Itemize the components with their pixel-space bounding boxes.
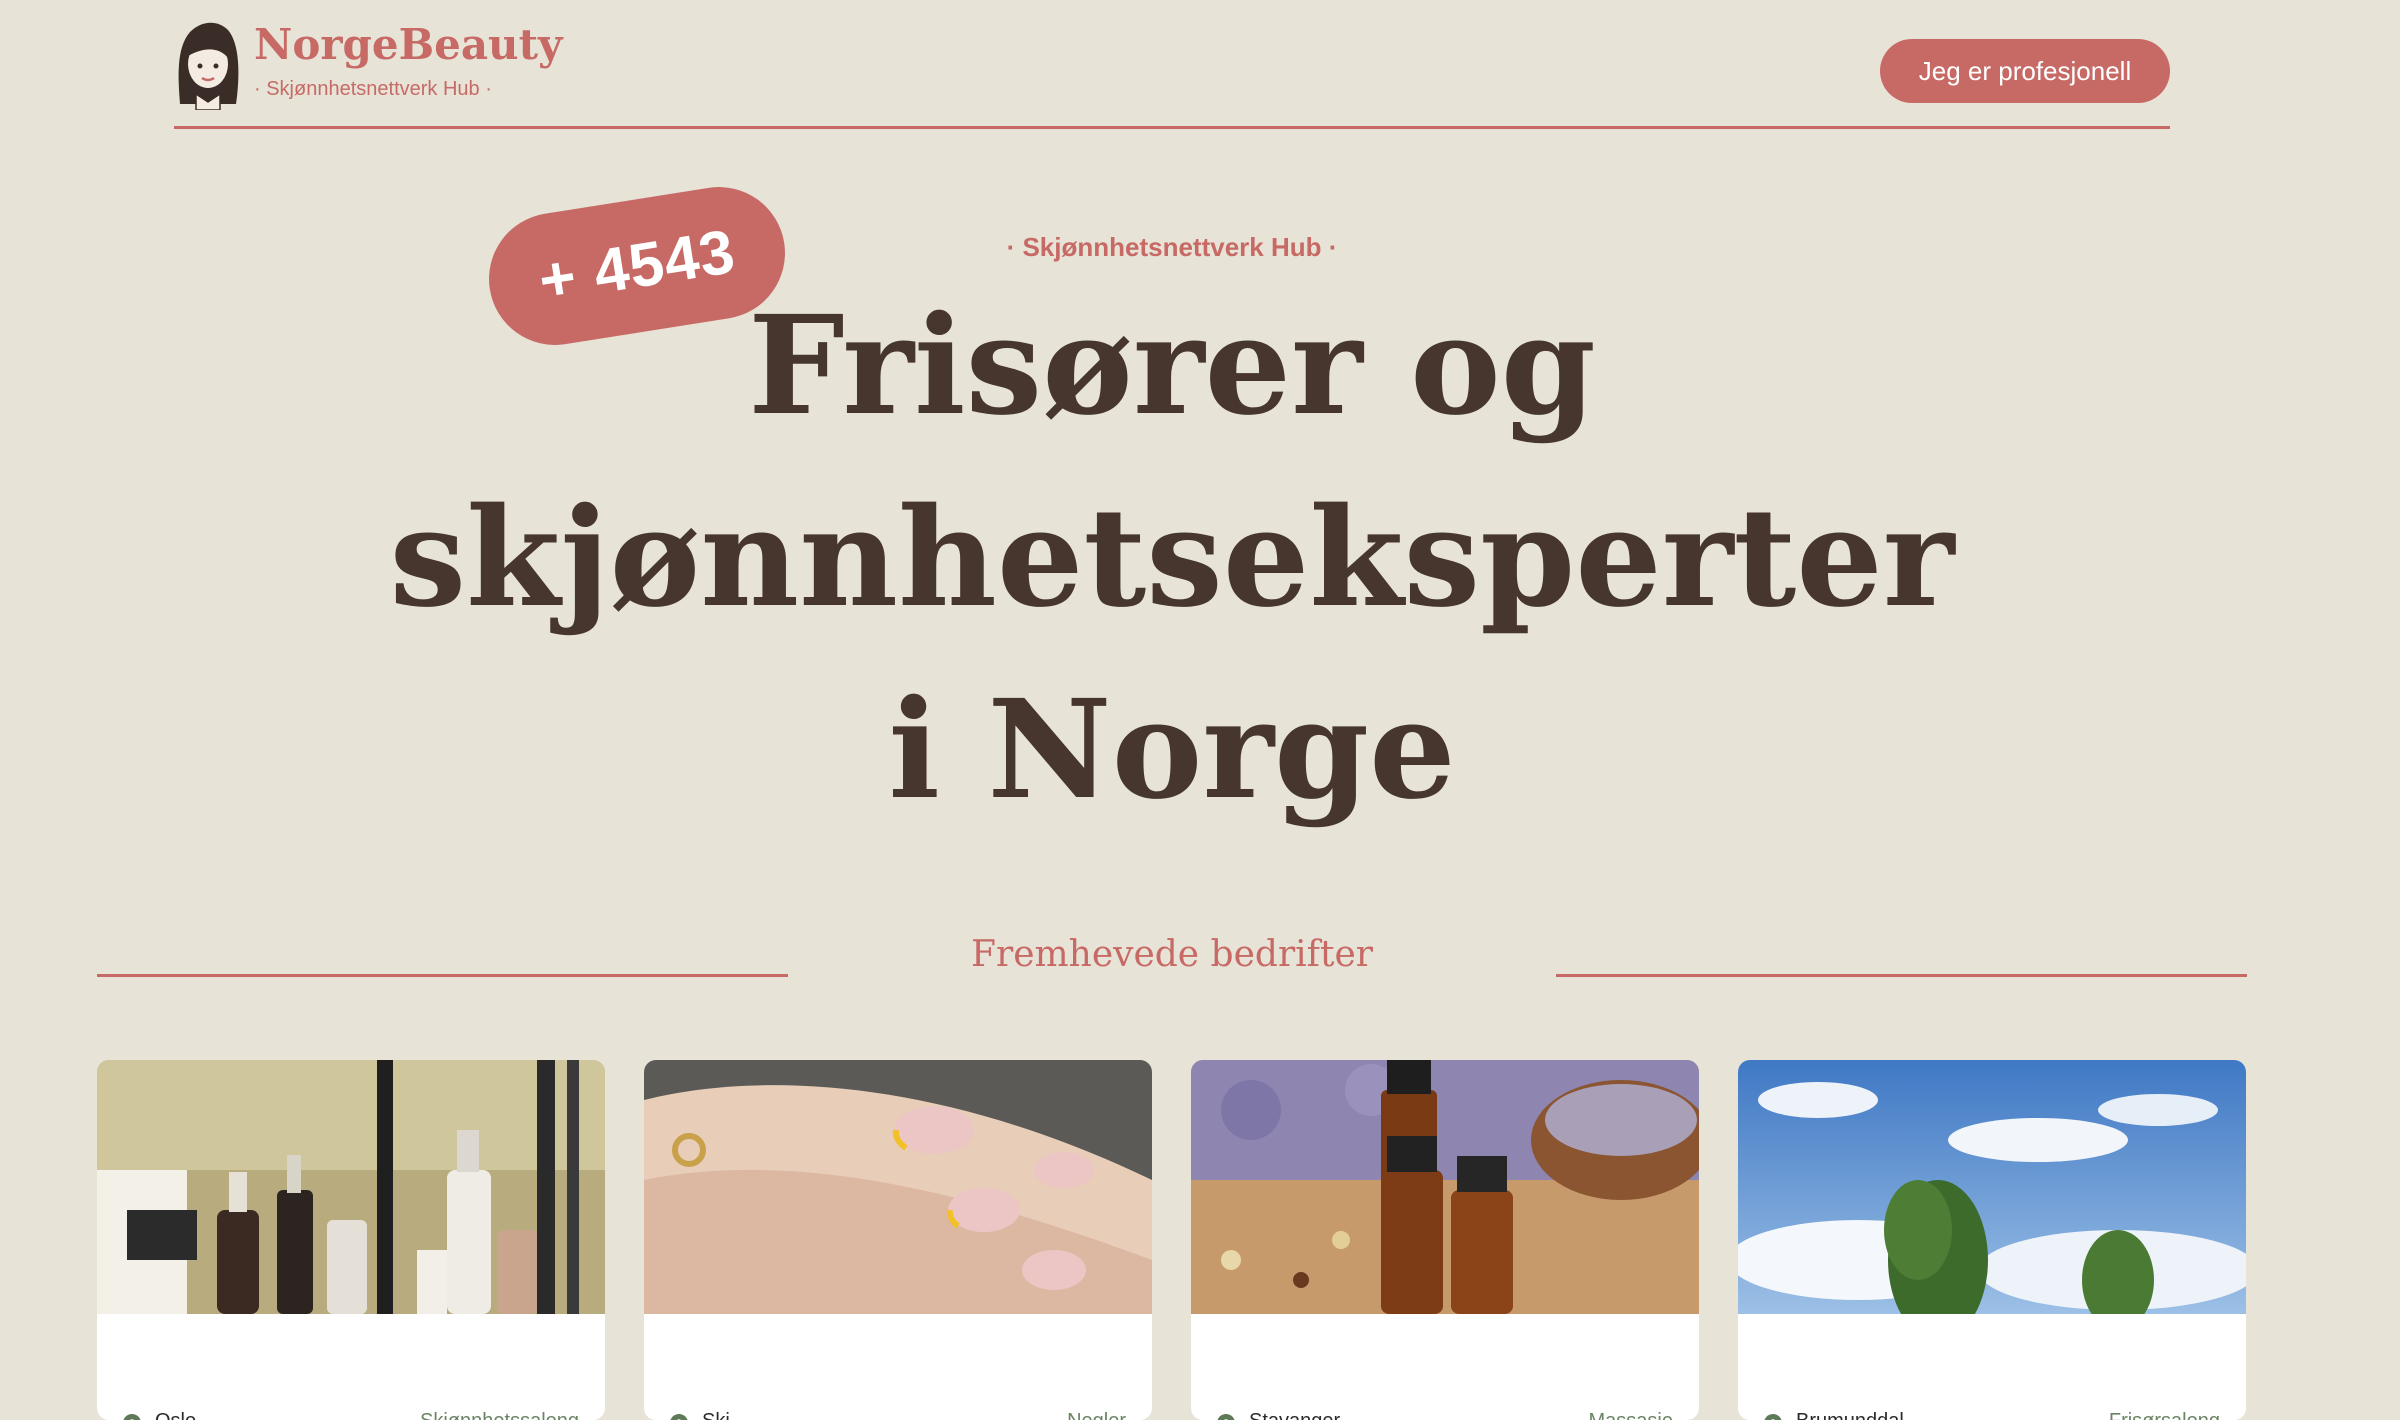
card-image-essential-oils [1191, 1060, 1699, 1314]
business-card[interactable]: Stavanger Massasje [1191, 1060, 1699, 1420]
card-footer: Ski Negler [644, 1314, 1152, 1420]
location-pin-icon [123, 1414, 141, 1420]
card-image-beauty-products [97, 1060, 605, 1314]
business-card[interactable]: Oslo Skjønnhetssalong [97, 1060, 605, 1420]
professional-button[interactable]: Jeg er profesjonell [1880, 39, 2170, 103]
card-city: Ski [702, 1410, 730, 1420]
hero-title-line: i Norge [888, 670, 1456, 830]
card-category: Skjønnhetssalong [420, 1410, 579, 1420]
card-footer: Oslo Skjønnhetssalong [97, 1314, 605, 1420]
business-card[interactable]: Brumunddal Frisørsalong [1738, 1060, 2246, 1420]
hero-title-line: Frisører og [748, 286, 1596, 446]
site-header: NorgeBeauty · Skjønnhetsnettverk Hub · J… [174, 18, 2170, 129]
card-footer: Stavanger Massasje [1191, 1314, 1699, 1420]
card-category: Negler [1067, 1410, 1126, 1420]
hero-title-line: skjønnhetseksperter [389, 478, 1955, 638]
card-city: Stavanger [1249, 1410, 1340, 1420]
card-city: Oslo [155, 1410, 196, 1420]
card-image-sky-trees [1738, 1060, 2246, 1314]
card-city: Brumunddal [1796, 1410, 1904, 1420]
location-pin-icon [1217, 1414, 1235, 1420]
card-image-nails [644, 1060, 1152, 1314]
brand-name[interactable]: NorgeBeauty [254, 20, 562, 69]
card-footer: Brumunddal Frisørsalong [1738, 1314, 2246, 1420]
hero-kicker: · Skjønnhetsnettverk Hub · [1006, 232, 1338, 262]
location-pin-icon [1764, 1414, 1782, 1420]
card-category: Massasje [1589, 1410, 1673, 1420]
hero-title: Frisører og skjønnhetseksperter i Norge [0, 270, 2344, 846]
section-divider-right [1556, 974, 2247, 977]
business-card[interactable]: Ski Negler [644, 1060, 1152, 1420]
brand-tagline: · Skjønnhetsnettverk Hub · [254, 78, 492, 100]
location-pin-icon [670, 1414, 688, 1420]
logo-avatar-icon[interactable] [174, 18, 242, 110]
featured-section-title: Fremhevede bedrifter [971, 934, 1373, 975]
card-category: Frisørsalong [2109, 1410, 2220, 1420]
